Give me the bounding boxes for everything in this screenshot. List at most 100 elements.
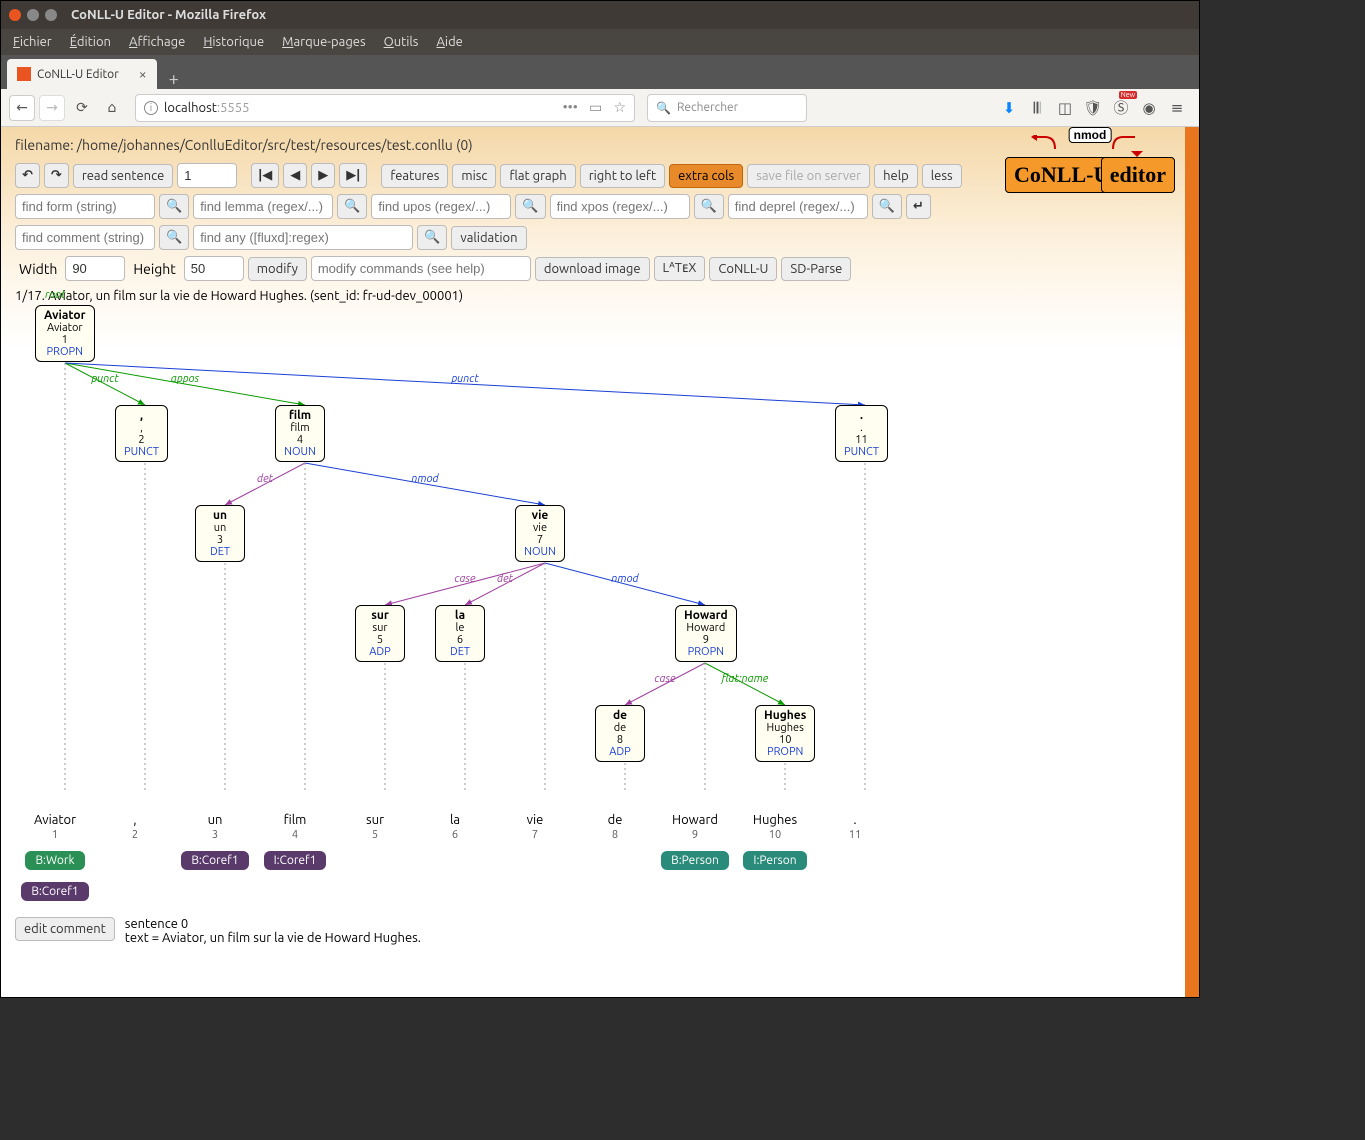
token-col-7: vie7 — [495, 813, 575, 841]
tree-node-5[interactable]: sursur5ADP — [355, 605, 405, 662]
menu-outils[interactable]: Outils — [384, 35, 419, 49]
addon-icon[interactable]: ◉ — [1139, 99, 1159, 117]
misc-tag[interactable]: I:Coref1 — [264, 851, 327, 870]
tree-node-7[interactable]: vievie7NOUN — [515, 505, 565, 562]
misc-button[interactable]: misc — [452, 164, 496, 188]
modify-commands-input[interactable] — [311, 256, 531, 281]
find-upos-search-icon[interactable]: 🔍 — [515, 194, 545, 219]
modify-button[interactable]: modify — [248, 257, 307, 281]
validation-button[interactable]: validation — [451, 226, 526, 250]
menu-aide[interactable]: Aide — [436, 35, 462, 49]
find-xpos-input[interactable] — [550, 194, 690, 219]
shield-icon[interactable]: 🛡 — [1083, 99, 1103, 117]
tree-node-6[interactable]: lale6DET — [435, 605, 485, 662]
find-lemma-search-icon[interactable]: 🔍 — [337, 194, 367, 219]
browser-search-input[interactable]: 🔍 Rechercher — [647, 94, 807, 122]
misc-tag[interactable]: I:Person — [743, 851, 806, 870]
bookmark-star-icon[interactable]: ☆ — [613, 99, 626, 115]
find-comment-input[interactable] — [15, 225, 155, 250]
edit-comment-button[interactable]: edit comment — [15, 917, 115, 941]
find-deprel-input[interactable] — [728, 194, 868, 219]
find-form-search-icon[interactable]: 🔍 — [159, 194, 189, 219]
menu-édition[interactable]: Édition — [70, 35, 111, 49]
redo-button[interactable]: ↷ — [44, 163, 69, 188]
url-bar[interactable]: i localhost:5555 ••• ▭ ☆ — [135, 94, 635, 122]
prev-sentence-button[interactable]: ◀ — [283, 163, 307, 188]
read-sentence-button[interactable]: read sentence — [73, 164, 173, 188]
misc-tag[interactable]: B:Coref1 — [181, 851, 248, 870]
tree-node-1[interactable]: AviatorAviator1PROPN — [35, 305, 95, 362]
menu-affichage[interactable]: Affichage — [129, 35, 185, 49]
page-actions-icon[interactable]: ••• — [563, 99, 578, 115]
find-comment-search-icon[interactable]: 🔍 — [159, 225, 189, 250]
app-logo: nmod CoNLL-U editor — [1005, 135, 1175, 191]
extra-cols-button[interactable]: extra cols — [669, 164, 743, 188]
height-input[interactable] — [184, 256, 244, 281]
sidebar-icon[interactable]: ◫ — [1055, 99, 1075, 117]
less-button[interactable]: less — [922, 164, 962, 188]
last-sentence-button[interactable]: ▶| — [339, 163, 367, 188]
tree-node-9[interactable]: HowardHoward9PROPN — [675, 605, 737, 662]
menu-fichier[interactable]: Fichier — [13, 35, 52, 49]
dep-label-nmod: nmod — [611, 573, 639, 585]
find-lemma-input[interactable] — [193, 194, 333, 219]
conllu-button[interactable]: CoNLL-U — [709, 257, 777, 281]
sentence-number-input[interactable] — [177, 163, 237, 188]
next-sentence-button[interactable]: ▶ — [311, 163, 335, 188]
token-col-1: Aviator1 — [15, 813, 95, 841]
tree-node-10[interactable]: HughesHughes10PROPN — [755, 705, 815, 762]
tree-node-4[interactable]: filmfilm4NOUN — [275, 405, 325, 462]
dep-label-punct: punct — [90, 373, 119, 385]
dependency-tree[interactable]: punctappospunctdetnmodcasedetnmodcasefla… — [15, 305, 1185, 805]
menu-marque-pages[interactable]: Marque-pages — [282, 35, 365, 49]
menu-historique[interactable]: Historique — [203, 35, 264, 49]
hamburger-menu-icon[interactable]: ≡ — [1167, 99, 1187, 117]
flat-graph-button[interactable]: flat graph — [500, 164, 575, 188]
find-deprel-enter-icon[interactable]: ↵ — [906, 194, 931, 219]
logo-right: editor — [1101, 157, 1175, 193]
latex-button[interactable]: LᴬTᴇX — [654, 256, 706, 281]
browser-tab[interactable]: CoNLL-U Editor × — [7, 59, 157, 89]
window-minimize-button[interactable] — [27, 9, 39, 21]
save-file-button[interactable]: save file on server — [747, 164, 870, 188]
misc-tag[interactable]: B:Coref1 — [21, 882, 88, 901]
first-sentence-button[interactable]: |◀ — [251, 163, 279, 188]
find-any-search-icon[interactable]: 🔍 — [417, 225, 447, 250]
nav-back-button[interactable]: ← — [9, 95, 35, 121]
downloads-icon[interactable]: ⬇ — [999, 99, 1019, 117]
tree-node-2[interactable]: ,,2PUNCT — [115, 405, 168, 462]
help-button[interactable]: help — [874, 164, 918, 188]
sdparse-button[interactable]: SD-Parse — [781, 257, 851, 281]
find-upos-input[interactable] — [371, 194, 511, 219]
find-deprel-search-icon[interactable]: 🔍 — [872, 194, 902, 219]
new-tab-button[interactable]: + — [159, 69, 189, 89]
width-input[interactable] — [65, 256, 125, 281]
find-xpos-search-icon[interactable]: 🔍 — [694, 194, 724, 219]
library-icon[interactable]: 𝄃𝄃 — [1027, 99, 1047, 117]
nav-forward-button[interactable]: → — [39, 95, 65, 121]
features-button[interactable]: features — [381, 164, 448, 188]
scrollbar-vertical[interactable] — [1185, 127, 1199, 997]
window-titlebar: CoNLL-U Editor - Mozilla Firefox — [1, 1, 1199, 29]
tree-node-11[interactable]: ..11PUNCT — [835, 405, 888, 462]
tab-close-icon[interactable]: × — [139, 66, 147, 82]
download-image-button[interactable]: download image — [535, 257, 650, 281]
undo-button[interactable]: ↶ — [15, 163, 40, 188]
window-maximize-button[interactable] — [45, 9, 57, 21]
nav-reload-button[interactable]: ⟳ — [69, 95, 95, 121]
dep-label-appos: appos — [171, 373, 200, 385]
right-to-left-button[interactable]: right to left — [580, 164, 665, 188]
nav-home-button[interactable]: ⌂ — [99, 95, 125, 121]
tree-node-8[interactable]: dede8ADP — [595, 705, 645, 762]
root-label: root — [45, 289, 65, 301]
find-form-input[interactable] — [15, 194, 155, 219]
noscript-icon[interactable]: ⓈNew — [1111, 97, 1131, 118]
window-close-button[interactable] — [9, 9, 21, 21]
token-col-11: .11 — [815, 813, 895, 841]
misc-tag[interactable]: B:Person — [661, 851, 729, 870]
tree-node-3[interactable]: unun3DET — [195, 505, 245, 562]
misc-tag[interactable]: B:Work — [25, 851, 84, 870]
reader-mode-icon[interactable]: ▭ — [589, 99, 602, 115]
site-info-icon[interactable]: i — [144, 101, 158, 115]
find-any-input[interactable] — [193, 225, 413, 250]
